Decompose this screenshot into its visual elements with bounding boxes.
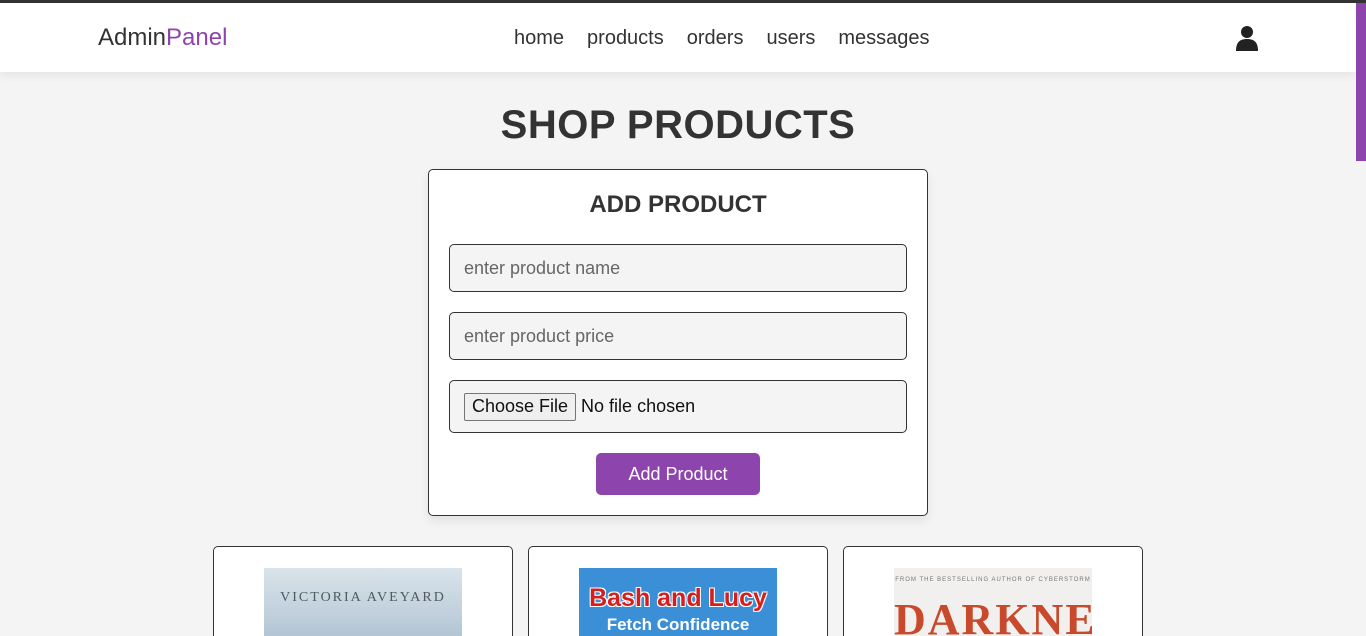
cover-subtitle: Fetch Confidence — [606, 615, 750, 634]
nav-products[interactable]: products — [587, 27, 664, 50]
add-product-form: ADD PRODUCT Choose File No file chosen A… — [428, 169, 928, 516]
add-product-button[interactable]: Add Product — [596, 453, 760, 495]
nav-home[interactable]: home — [514, 27, 564, 50]
logo-accent: Panel — [166, 24, 228, 51]
nav-messages[interactable]: messages — [838, 27, 929, 50]
nav-orders[interactable]: orders — [687, 27, 744, 50]
form-title: ADD PRODUCT — [589, 191, 767, 218]
user-icon[interactable] — [1235, 25, 1259, 51]
product-name-input[interactable] — [449, 244, 907, 292]
logo[interactable]: AdminPanel — [98, 24, 227, 52]
cover-title: DARKNET — [894, 595, 1092, 636]
product-card: Bash and Lucy Fetch Confidence — [528, 546, 828, 636]
scrollbar-thumb[interactable] — [1356, 3, 1366, 161]
product-image: FROM THE BESTSELLING AUTHOR OF CYBERSTOR… — [894, 568, 1092, 636]
product-image: Bash and Lucy Fetch Confidence — [579, 568, 777, 636]
product-card: FROM THE BESTSELLING AUTHOR OF CYBERSTOR… — [843, 546, 1143, 636]
product-image: VICTORIA AVEYARD — [264, 568, 462, 636]
cover-text: VICTORIA AVEYARD — [280, 590, 446, 605]
product-card: VICTORIA AVEYARD — [213, 546, 513, 636]
product-image-file-input[interactable]: Choose File No file chosen — [449, 380, 907, 433]
file-status: No file chosen — [581, 396, 696, 416]
nav-users[interactable]: users — [766, 27, 815, 50]
cover-title: Bash and Lucy — [589, 584, 767, 612]
page-title: SHOP PRODUCTS — [500, 103, 856, 147]
product-price-input[interactable] — [449, 312, 907, 360]
choose-file-button[interactable]: Choose File — [464, 392, 577, 421]
cover-small-text: FROM THE BESTSELLING AUTHOR OF CYBERSTOR… — [895, 577, 1091, 583]
header: AdminPanel home products orders users me… — [0, 3, 1356, 72]
logo-main: Admin — [98, 24, 167, 51]
main-nav: home products orders users messages — [514, 27, 930, 50]
